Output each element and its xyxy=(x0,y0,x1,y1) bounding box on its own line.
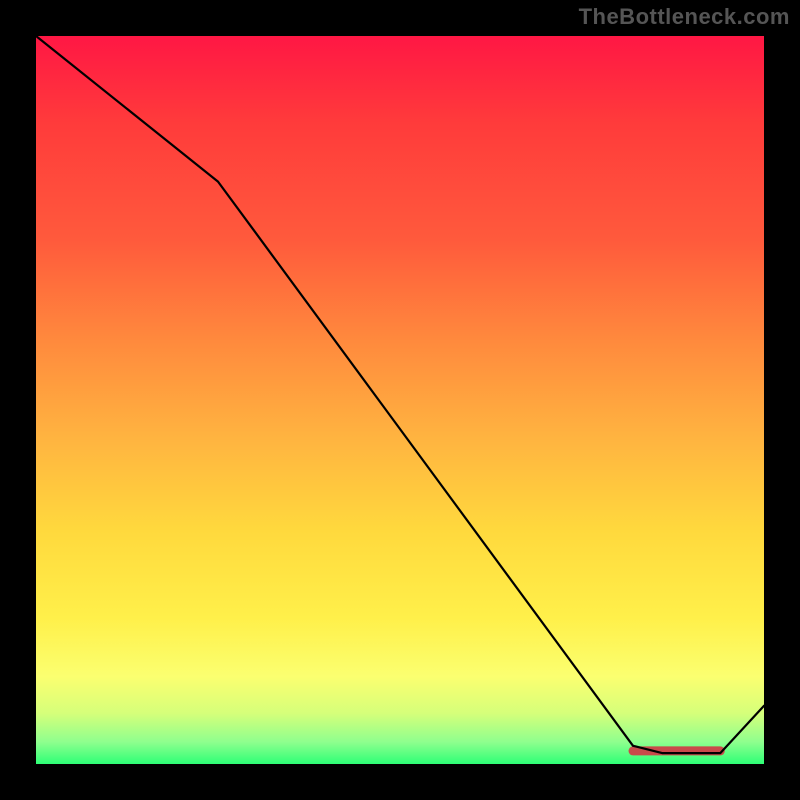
bottleneck-line xyxy=(36,36,764,753)
plot-area xyxy=(36,36,764,764)
curve-svg xyxy=(36,36,764,764)
chart-frame: TheBottleneck.com xyxy=(0,0,800,800)
watermark-text: TheBottleneck.com xyxy=(579,4,790,30)
